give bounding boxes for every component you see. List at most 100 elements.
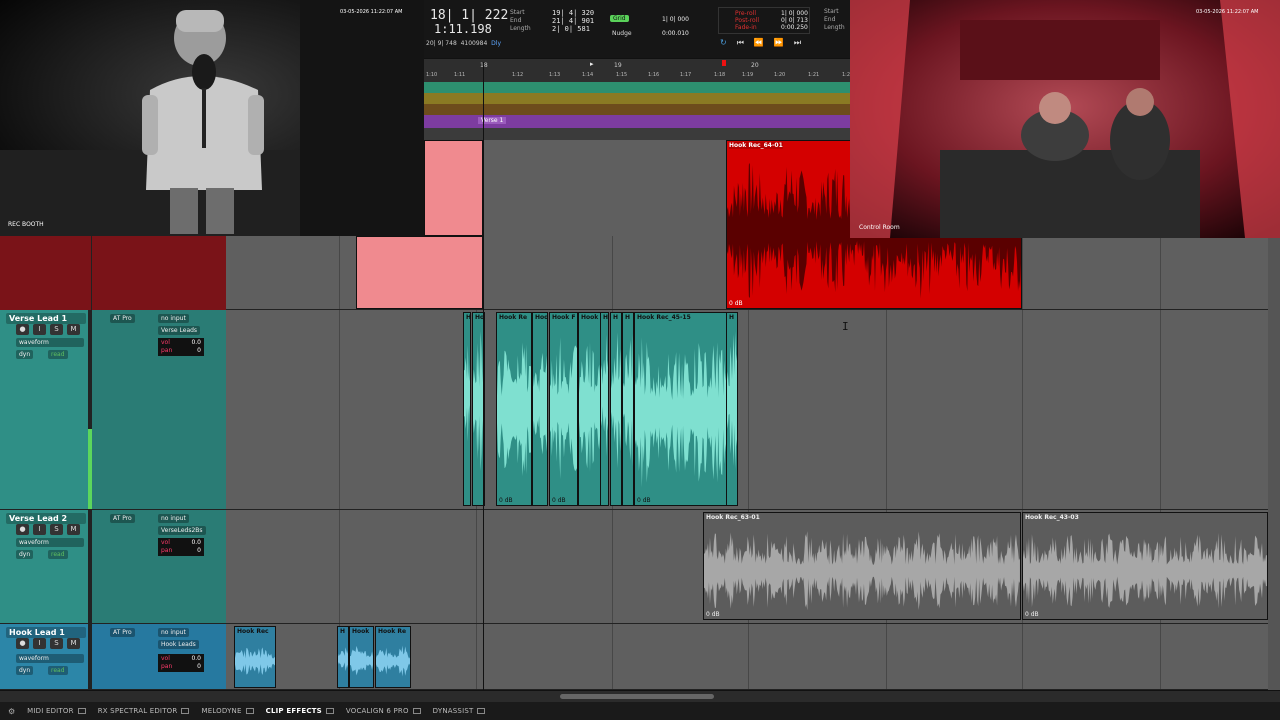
main-counter[interactable]: 18| 1| 222 (430, 8, 508, 23)
vol-value[interactable]: 0.0 (191, 539, 201, 547)
audio-clip[interactable]: Hook (349, 626, 374, 688)
play-end-marker[interactable] (722, 60, 726, 66)
fadein-label[interactable]: Fade-in (735, 24, 759, 31)
input-monitor-button[interactable]: I (33, 324, 46, 335)
audio-clip[interactable]: H (600, 312, 609, 506)
tab-rx-spectral-editor[interactable]: RX SPECTRAL EDITOR (98, 707, 190, 715)
audio-clip[interactable]: H (726, 312, 738, 506)
loop-icon[interactable]: ↻ (720, 38, 727, 48)
dyn-selector[interactable]: dyn (16, 550, 34, 559)
audio-clip[interactable]: Hook (578, 312, 602, 506)
grid-value[interactable]: 1| 0| 000 (662, 16, 689, 23)
postroll-value[interactable]: 0| 0| 713 (781, 17, 808, 24)
vol-pan-display[interactable]: vol 0.0 pan 0 (158, 538, 204, 556)
track-name[interactable]: Verse Lead 2 (6, 513, 86, 524)
audio-clip[interactable]: Hook Rec_45-15 0 dB (634, 312, 735, 506)
automation-mode[interactable]: read (48, 666, 68, 675)
audio-clip[interactable]: Hook Rec (234, 626, 276, 688)
bar-ruler[interactable]: 18 19 20 1:101:111:121:131:141:151:161:1… (424, 58, 850, 82)
grid-button[interactable]: Grid (610, 15, 629, 22)
mute-button[interactable]: M (67, 638, 80, 649)
audio-clip[interactable]: Hook Re 0 dB (496, 312, 532, 506)
sub-counter[interactable]: 1:11.198 (434, 22, 492, 36)
tab-melodyne[interactable]: MELODYNE (201, 707, 254, 715)
tab-vocalign-6-pro[interactable]: VOCALIGN 6 PRO (346, 707, 421, 715)
view-selector[interactable]: waveform (16, 654, 84, 663)
go-to-end-icon[interactable]: ⏭ (794, 38, 801, 48)
clip-waveform (497, 342, 531, 477)
view-selector[interactable]: waveform (16, 338, 84, 347)
input-selector[interactable]: no input (158, 314, 189, 323)
solo-button[interactable]: S (50, 324, 63, 335)
pink-clip-lower[interactable] (356, 236, 483, 309)
input-selector[interactable]: no input (158, 628, 189, 637)
vol-pan-display[interactable]: vol 0.0 pan 0 (158, 654, 204, 672)
nudge-label[interactable]: Nudge (612, 30, 632, 37)
play-start-marker[interactable]: ▸ (590, 60, 594, 68)
solo-button[interactable]: S (50, 524, 63, 535)
end-value[interactable]: 21| 4| 901 (552, 17, 594, 25)
tab-clip-effects[interactable]: CLIP EFFECTS (266, 707, 334, 715)
nudge-value[interactable]: 0:00.010 (662, 30, 689, 37)
vol-pan-display[interactable]: vol 0.0 pan 0 (158, 338, 204, 356)
dyn-selector[interactable]: dyn (16, 350, 34, 359)
clip-waveform (235, 647, 275, 676)
fast-forward-icon[interactable]: ⏩ (774, 38, 784, 48)
start-value[interactable]: 19| 4| 320 (552, 9, 594, 17)
record-enable-button[interactable]: ● (16, 524, 29, 535)
audio-clip[interactable]: H (463, 312, 471, 506)
plugin-slot[interactable]: AT Pro (110, 514, 135, 523)
record-enable-button[interactable]: ● (16, 324, 29, 335)
audio-clip[interactable]: Hoo (532, 312, 548, 506)
return-to-zero-icon[interactable]: ⏮ (737, 38, 744, 48)
automation-mode[interactable]: read (48, 550, 68, 559)
pan-value[interactable]: 0 (197, 663, 201, 671)
clip-waveform (350, 645, 373, 676)
audio-clip[interactable]: Hook Rec_43-03 0 dB (1022, 512, 1268, 620)
mute-button[interactable]: M (67, 324, 80, 335)
audio-clip[interactable]: Hook Rec_63-01 0 dB (703, 512, 1021, 620)
output-selector[interactable]: VerseLeds2Bs (158, 526, 206, 535)
pink-clip-upper[interactable] (424, 140, 483, 236)
fadein-value[interactable]: 0:00.250 (781, 24, 808, 31)
audio-clip[interactable]: H (622, 312, 634, 506)
input-monitor-button[interactable]: I (33, 524, 46, 535)
preroll-label[interactable]: Pre-roll (735, 10, 759, 17)
pan-value[interactable]: 0 (197, 347, 201, 355)
vol-value[interactable]: 0.0 (191, 339, 201, 347)
input-monitor-button[interactable]: I (33, 638, 46, 649)
clip-title: Hook Rec_43-03 (1025, 514, 1079, 521)
pan-value[interactable]: 0 (197, 547, 201, 555)
dyn-selector[interactable]: dyn (16, 666, 34, 675)
tab-dynassist[interactable]: DYNASSIST (433, 707, 486, 715)
vol-value[interactable]: 0.0 (191, 655, 201, 663)
tab-midi-editor[interactable]: MIDI EDITOR (27, 707, 86, 715)
length-value[interactable]: 2| 0| 581 (552, 25, 594, 33)
plugin-slot[interactable]: AT Pro (110, 314, 135, 323)
output-selector[interactable]: Verse Leads (158, 326, 201, 335)
audio-clip[interactable]: Hook Re (375, 626, 411, 688)
horizontal-scrollbar[interactable] (0, 690, 1280, 702)
rewind-icon[interactable]: ⏪ (754, 38, 764, 48)
record-enable-button[interactable]: ● (16, 638, 29, 649)
audio-clip[interactable]: H (337, 626, 349, 688)
audio-clip[interactable]: Hook F 0 dB (549, 312, 578, 506)
track-name[interactable]: Verse Lead 1 (6, 313, 86, 324)
automation-mode[interactable]: read (48, 350, 68, 359)
track-name[interactable]: Hook Lead 1 (6, 627, 86, 638)
mute-button[interactable]: M (67, 524, 80, 535)
input-selector[interactable]: no input (158, 514, 189, 523)
view-selector[interactable]: waveform (16, 538, 84, 547)
audio-clip[interactable]: H (610, 312, 622, 506)
playhead[interactable] (483, 62, 484, 690)
output-selector[interactable]: Hook Leads (158, 640, 199, 649)
settings-icon[interactable]: ⚙ (8, 707, 15, 716)
delay-toggle[interactable]: Dly (491, 40, 501, 47)
track-buttons: ● I S M (16, 638, 80, 649)
plugin-slot[interactable]: AT Pro (110, 628, 135, 637)
postroll-label[interactable]: Post-roll (735, 17, 759, 24)
preroll-value[interactable]: 1| 0| 000 (781, 10, 808, 17)
track-header-mid: AT Pro no input VerseLeds2Bs vol 0.0 pan 0 (92, 510, 226, 623)
scroll-thumb[interactable] (560, 694, 714, 699)
solo-button[interactable]: S (50, 638, 63, 649)
